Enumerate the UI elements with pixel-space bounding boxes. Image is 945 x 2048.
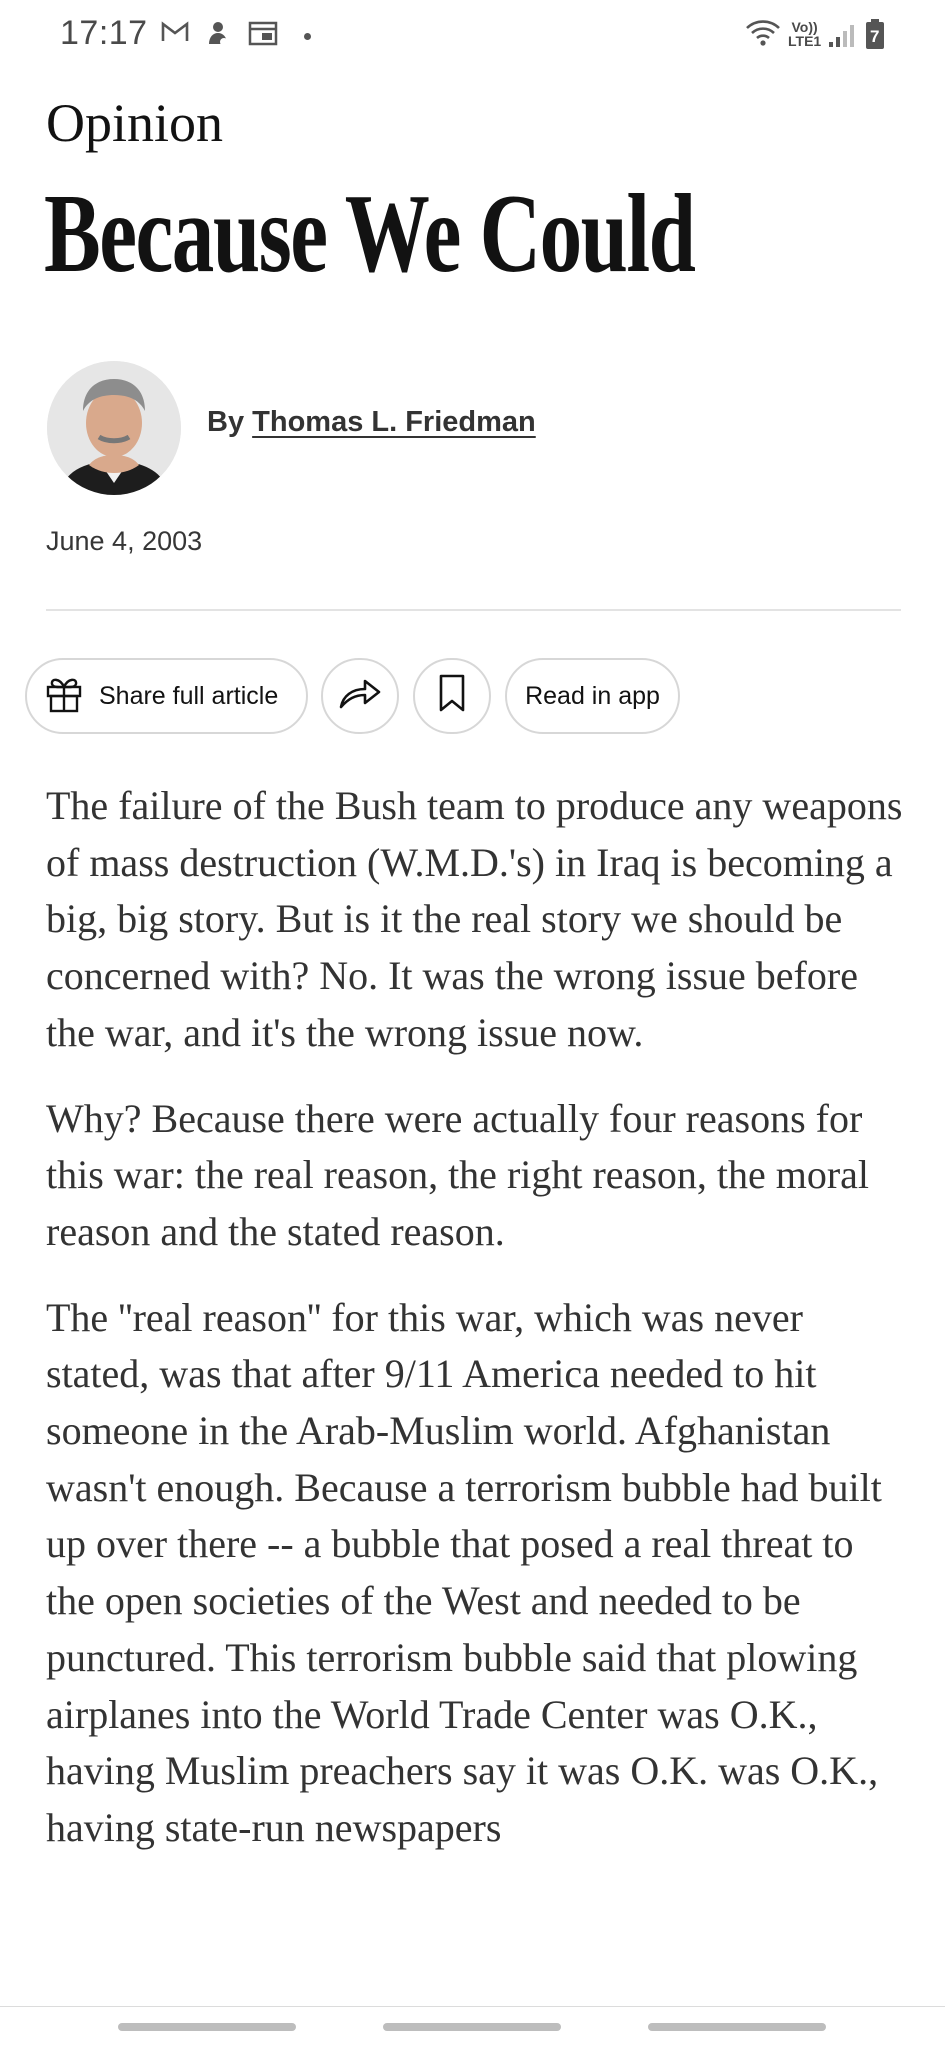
calendar-icon <box>248 20 278 51</box>
article-paragraph: The ''real reason'' for this war, which … <box>46 1294 882 1850</box>
publish-date: June 4, 2003 <box>46 526 203 556</box>
lte-indicator: Vo)) LTE1 <box>788 20 821 48</box>
gift-icon <box>43 672 85 721</box>
gmail-icon <box>160 20 190 49</box>
save-button[interactable] <box>413 658 491 734</box>
article-paragraph: Why? Because there were actually four re… <box>46 1095 870 1254</box>
signal-icon <box>828 22 856 53</box>
nav-home-button[interactable] <box>383 2023 561 2031</box>
lte-label: LTE1 <box>788 33 822 49</box>
status-more-dot <box>304 33 311 40</box>
read-in-app-button[interactable]: Read in app <box>505 658 680 734</box>
byline-prefix: By <box>207 406 253 438</box>
article-body: The failure of the Bush team to produce … <box>46 778 906 1886</box>
byline: By Thomas L. Friedman <box>207 406 536 439</box>
nav-back-button[interactable] <box>648 2023 826 2031</box>
bookmark-icon <box>437 673 467 720</box>
wifi-icon <box>745 18 781 53</box>
share-full-article-button[interactable]: Share full article <box>25 658 308 734</box>
article-paragraph: The failure of the Bush team to produce … <box>46 783 903 1055</box>
notification-icon <box>205 20 231 53</box>
read-in-app-label: Read in app <box>525 681 660 710</box>
author-link[interactable]: Thomas L. Friedman <box>252 406 536 438</box>
status-time: 17:17 <box>60 14 148 52</box>
article-headline: Because We Could <box>44 172 696 296</box>
bottom-divider <box>0 2006 945 2007</box>
share-button[interactable] <box>321 658 399 734</box>
volte-label: Vo)) <box>791 19 818 35</box>
divider <box>46 609 901 611</box>
status-bar: 17:17 Vo)) LTE1 7 <box>0 0 945 72</box>
battery-icon: 7 <box>864 18 886 55</box>
nav-recents-button[interactable] <box>118 2023 296 2031</box>
battery-level: 7 <box>870 27 880 46</box>
section-label[interactable]: Opinion <box>46 92 223 154</box>
share-full-article-label: Share full article <box>99 681 279 710</box>
share-arrow-icon <box>338 675 382 718</box>
author-avatar <box>47 361 181 495</box>
